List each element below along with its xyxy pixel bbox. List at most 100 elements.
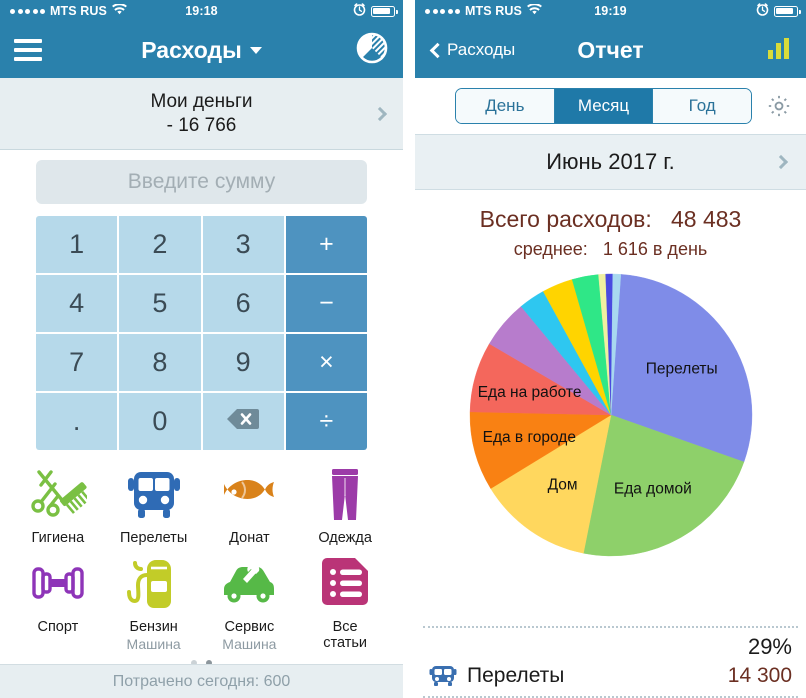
backspace-icon — [227, 406, 260, 437]
scissors-comb-icon — [29, 462, 87, 524]
amount-input-placeholder: Введите сумму — [127, 170, 276, 193]
screens-divider — [403, 0, 415, 698]
legend-percent-row: 29% — [429, 634, 792, 660]
pie-slice-label: Еда домой — [613, 481, 691, 498]
keypad-key-9[interactable]: 9 — [202, 334, 284, 391]
chevron-right-icon — [773, 154, 789, 170]
bus-icon — [125, 462, 183, 524]
top-category-legend: 29% Перелеты 14 300 — [415, 626, 806, 698]
average-line: среднее: 1 616 в день — [415, 239, 806, 260]
account-balance: - 16 766 — [166, 114, 237, 136]
keypad-operator-−[interactable]: − — [285, 275, 367, 332]
gear-icon[interactable] — [766, 93, 792, 119]
category-item[interactable]: Перелеты — [106, 462, 202, 547]
legend-item[interactable]: 29% Перелеты 14 300 — [415, 628, 806, 696]
total-expenses-label: Всего расходов: — [479, 206, 652, 232]
category-label: Перелеты — [120, 530, 188, 546]
calculator-area: Введите сумму 1 2 3 +4 5 6− 7 8 9 ×. 0 ÷ — [0, 150, 403, 450]
totals-block: Всего расходов: 48 483 среднее: 1 616 в … — [415, 190, 806, 260]
category-item[interactable]: Сервис Машина — [202, 551, 298, 653]
keypad-key-6[interactable]: 6 — [202, 275, 284, 332]
navigation-bar-right: Расходы Отчет — [415, 22, 806, 78]
expenses-pie-chart[interactable]: Перелеты Еда домой Дом Еда в городе Еда на р… — [415, 270, 806, 560]
status-bar-right: MTS RUS 19:19 — [415, 0, 806, 22]
category-grid: Гигиена Перелеты Донат Одежда Спорт Бенз… — [0, 450, 403, 652]
dual-screenshot-container: MTS RUS 19:18 Расходы Мои деньги - 16 76… — [0, 0, 806, 698]
spent-today-footer: Потрачено сегодня: 600 — [0, 664, 403, 698]
keypad-key-4[interactable]: 4 — [36, 275, 118, 332]
pie-slice-label: Еда в городе — [482, 429, 575, 446]
spent-today-label: Потрачено сегодня: 600 — [112, 672, 291, 690]
keypad-operator-÷[interactable]: ÷ — [285, 393, 367, 450]
category-label: Донат — [229, 530, 270, 546]
legend-percent: 29% — [747, 634, 792, 659]
keypad-key-3[interactable]: 3 — [202, 216, 284, 273]
category-label: Сервис — [224, 618, 275, 635]
total-expenses-value: 48 483 — [670, 206, 742, 232]
legend-bar-track — [429, 640, 716, 654]
chevron-left-icon — [429, 42, 446, 58]
status-bar-clock: 19:18 — [185, 4, 218, 18]
hamburger-menu-icon[interactable] — [14, 39, 42, 61]
account-name: Мои деньги — [150, 90, 253, 112]
all-categories-list-icon — [316, 551, 374, 613]
keypad-key-.[interactable]: . — [36, 393, 118, 450]
dumbbell-icon — [29, 551, 87, 613]
account-summary-row[interactable]: Мои деньги - 16 766 — [0, 78, 403, 150]
category-item[interactable]: Одежда — [297, 462, 393, 547]
bus-icon — [429, 664, 457, 688]
category-item[interactable]: Донат — [202, 462, 298, 547]
keypad-operator-+[interactable]: + — [285, 216, 367, 273]
average-value: 1 616 в день — [602, 239, 708, 259]
category-item[interactable]: Бензин Машина — [106, 551, 202, 653]
trousers-icon — [316, 462, 374, 524]
legend-category-name: Перелеты — [467, 664, 565, 687]
pie-chart-svg: Перелеты Еда домой Дом Еда в городе Еда на р… — [469, 273, 752, 557]
average-label: среднее: — [513, 239, 588, 259]
battery-icon — [371, 5, 398, 17]
category-label: Гигиена — [31, 530, 85, 546]
back-button[interactable]: Расходы — [429, 40, 515, 60]
chevron-down-icon[interactable] — [249, 46, 262, 54]
pie-chart-icon — [355, 31, 389, 70]
category-item[interactable]: Спорт — [10, 551, 106, 653]
amount-input[interactable]: Введите сумму — [36, 160, 367, 204]
period-label: Июнь 2017 г. — [546, 149, 675, 174]
numeric-keypad: 1 2 3 +4 5 6− 7 8 9 ×. 0 ÷ — [36, 216, 367, 450]
keypad-key-2[interactable]: 2 — [119, 216, 201, 273]
status-bar-clock: 19:19 — [594, 4, 627, 18]
period-tab-месяц[interactable]: Месяц — [553, 89, 653, 123]
page-title: Расходы — [141, 36, 242, 63]
total-expenses-line: Всего расходов: 48 483 — [415, 206, 806, 233]
category-item[interactable]: Гигиена — [10, 462, 106, 547]
page-title-group: Расходы — [0, 37, 403, 64]
keypad-key-0[interactable]: 0 — [119, 393, 201, 450]
category-label: Спорт — [37, 618, 79, 635]
expenses-screen: MTS RUS 19:18 Расходы Мои деньги - 16 76… — [0, 0, 403, 698]
report-button[interactable] — [355, 31, 389, 70]
keypad-key-8[interactable]: 8 — [119, 334, 201, 391]
fuel-pump-icon — [125, 551, 183, 613]
period-tab-год[interactable]: Год — [652, 89, 751, 123]
bar-chart-button[interactable] — [766, 35, 792, 66]
keypad-key-5[interactable]: 5 — [119, 275, 201, 332]
status-bar-left: MTS RUS 19:18 — [0, 0, 403, 22]
category-sublabel: Машина — [126, 636, 181, 653]
battery-icon — [774, 5, 801, 17]
period-tab-день[interactable]: День — [456, 89, 554, 123]
period-segmented-control: День Месяц Год — [455, 88, 752, 124]
keypad-operator-×[interactable]: × — [285, 334, 367, 391]
period-row[interactable]: Июнь 2017 г. — [415, 134, 806, 190]
keypad-key-1[interactable]: 1 — [36, 216, 118, 273]
category-item[interactable]: Все статьи — [297, 551, 393, 653]
keypad-key-7[interactable]: 7 — [36, 334, 118, 391]
period-selector-row: День Месяц Год — [415, 78, 806, 134]
legend-name-row: Перелеты 14 300 — [429, 664, 792, 688]
category-label: Все статьи — [323, 618, 368, 652]
category-sublabel: Машина — [222, 636, 277, 653]
keypad-backspace-button[interactable] — [202, 393, 284, 450]
pie-slice-label: Дом — [547, 476, 577, 493]
fish-icon — [220, 462, 278, 524]
report-screen: MTS RUS 19:19 Расходы Отчет День Месяц Г… — [415, 0, 806, 698]
category-label: Бензин — [129, 618, 178, 635]
